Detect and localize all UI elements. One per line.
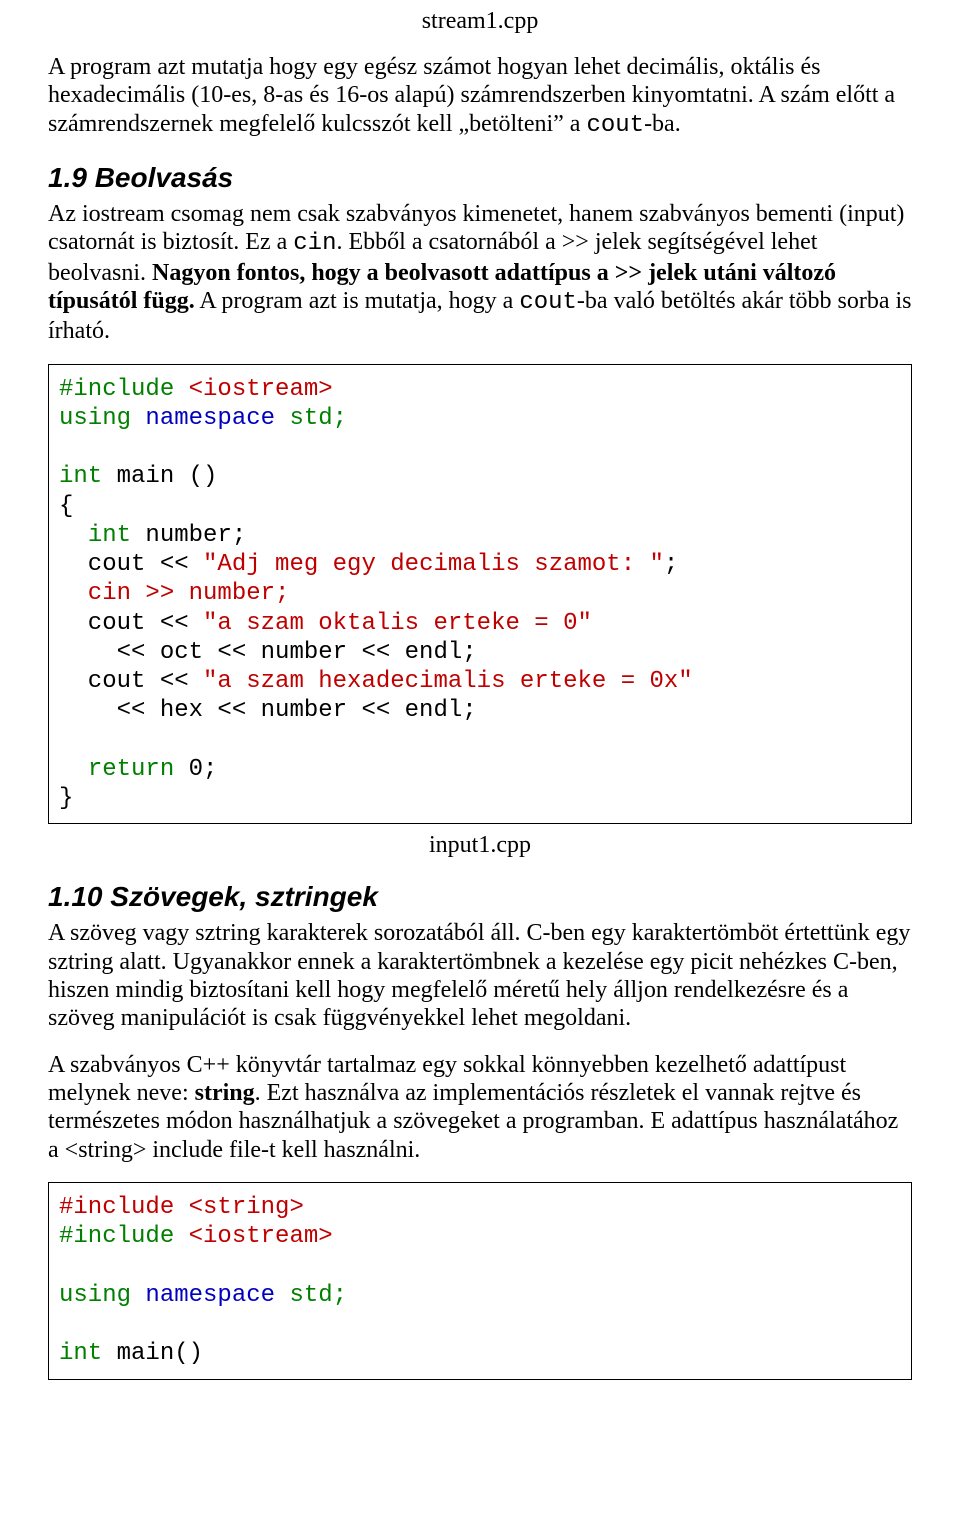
code-line: "Adj meg egy decimalis szamot: " <box>203 551 664 578</box>
text: A program azt mutatja hogy egy egész szá… <box>48 54 895 137</box>
code-line: { <box>59 493 73 520</box>
code-line: "a szam hexadecimalis erteke = 0x" <box>203 668 693 695</box>
text: A program azt is mutatja, hogy a <box>195 288 520 314</box>
bold-string: string <box>195 1080 255 1106</box>
code-line: int <box>88 522 131 549</box>
code-inline-cout-2: cout <box>519 289 577 316</box>
code-line: using <box>59 405 145 432</box>
code-line: #include <box>59 1194 189 1221</box>
code-line: 0; <box>174 756 217 783</box>
code-line <box>59 522 88 549</box>
code-line: } <box>59 785 73 812</box>
code-line: cout << <box>59 551 203 578</box>
code-line: main() <box>102 1340 203 1367</box>
code-line: namespace <box>145 1282 275 1309</box>
code-block-1: #include <iostream> using namespace std;… <box>48 364 912 825</box>
page: stream1.cpp A program azt mutatja hogy e… <box>0 8 960 1424</box>
code-line: namespace <box>145 405 275 432</box>
code-line: <string> <box>189 1194 304 1221</box>
code-line <box>59 756 88 783</box>
code-inline-cout: cout <box>586 112 644 139</box>
code-line: <iostream> <box>189 1223 333 1250</box>
intro-paragraph-1: A program azt mutatja hogy egy egész szá… <box>48 53 912 140</box>
paragraph-4: A szabványos C++ könyvtár tartalmaz egy … <box>48 1051 912 1164</box>
code-inline-cin: cin <box>293 230 336 257</box>
filename-label-2: input1.cpp <box>48 832 912 859</box>
filename-label-1: stream1.cpp <box>48 8 912 35</box>
code-line: cin >> number; <box>59 580 289 607</box>
paragraph-2: Az iostream csomag nem csak szabványos k… <box>48 200 912 346</box>
code-line: using <box>59 1282 145 1309</box>
code-line: cout << <box>59 668 203 695</box>
paragraph-3: A szöveg vagy sztring karakterek sorozat… <box>48 919 912 1032</box>
code-line: cout << <box>59 610 203 637</box>
code-line: return <box>88 756 174 783</box>
code-line: <iostream> <box>189 376 333 403</box>
code-line: int <box>59 1340 102 1367</box>
text: -ba. <box>644 111 681 137</box>
code-line: int <box>59 463 102 490</box>
code-line: std; <box>275 1282 347 1309</box>
heading-1-9: 1.9 Beolvasás <box>48 162 912 194</box>
code-line: "a szam oktalis erteke = 0" <box>203 610 592 637</box>
code-block-2: #include <string> #include <iostream> us… <box>48 1182 912 1380</box>
code-line: #include <box>59 1223 189 1250</box>
code-line: ; <box>664 551 678 578</box>
code-line: number; <box>131 522 246 549</box>
code-line: << hex << number << endl; <box>59 697 477 724</box>
code-line: #include <box>59 376 189 403</box>
code-line: std; <box>275 405 347 432</box>
code-line: main () <box>102 463 217 490</box>
heading-1-10: 1.10 Szövegek, sztringek <box>48 881 912 913</box>
code-line: << oct << number << endl; <box>59 639 477 666</box>
